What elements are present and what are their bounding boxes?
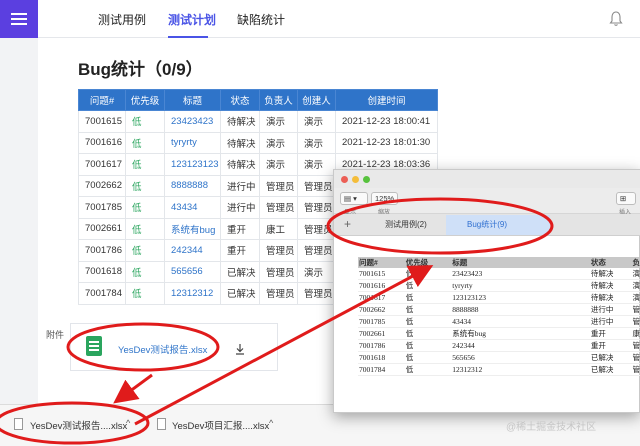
annotation-ellipse-sheet-tabs bbox=[326, 197, 554, 255]
annotation-ellipse-download bbox=[0, 401, 150, 445]
annotation-arrow-down bbox=[113, 373, 153, 404]
annotation-overlay bbox=[0, 197, 554, 445]
annotation-ellipse-attachment bbox=[66, 322, 220, 372]
annotation-arrow-to-sheet bbox=[134, 265, 434, 426]
